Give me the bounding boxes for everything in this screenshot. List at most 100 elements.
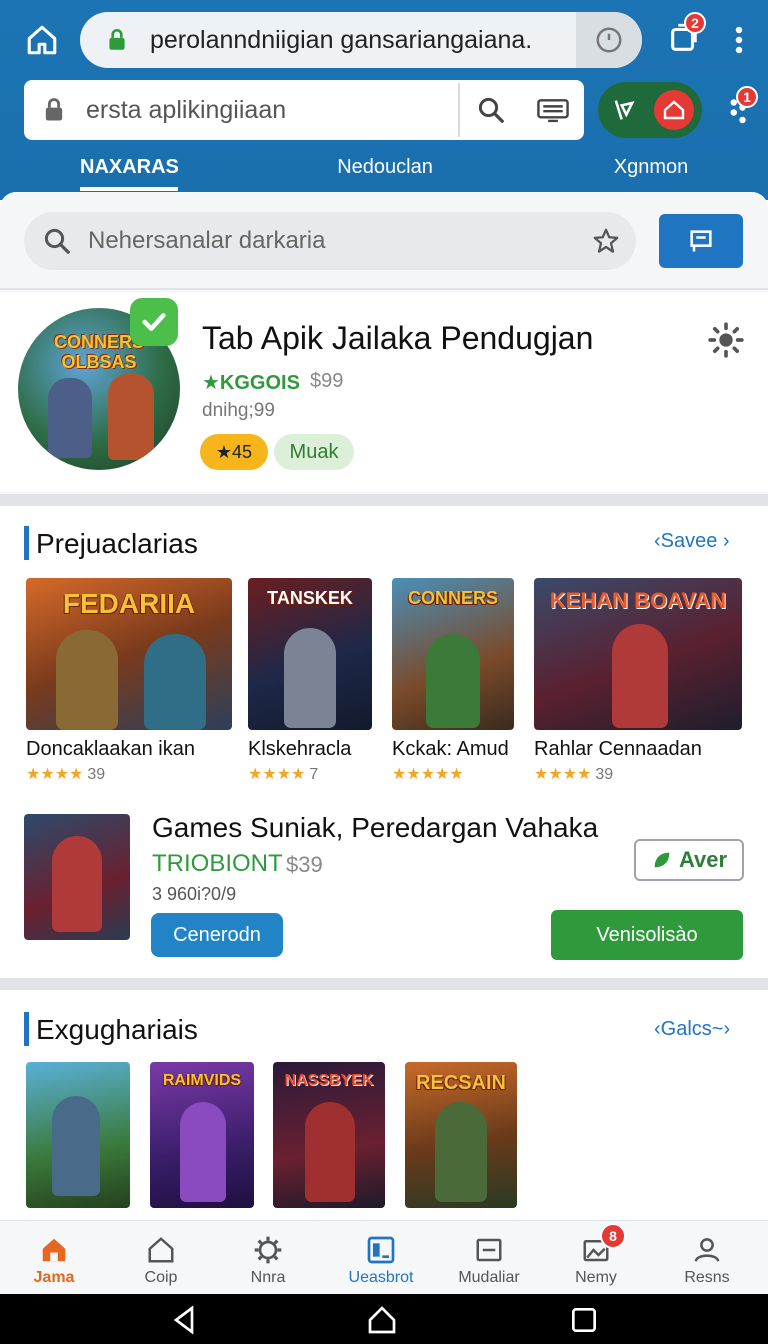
game-tile[interactable]: FEDARIIA [26, 578, 232, 730]
featured-price: $99 [310, 370, 344, 392]
window-icon [471, 1233, 507, 1267]
nav-resns[interactable]: Resns [659, 1221, 755, 1295]
section-title: Prejuaclarias [36, 528, 198, 559]
see-all-link[interactable]: ‹Galcs~› [654, 1018, 730, 1041]
divider [0, 494, 768, 506]
app-search-placeholder: ersta aplikingiiaan [86, 95, 287, 124]
home-icon[interactable] [366, 1304, 398, 1336]
profile-icon [689, 1233, 725, 1267]
apps-icon[interactable]: 1 [722, 86, 758, 130]
back-icon[interactable] [168, 1304, 200, 1336]
tabs-button[interactable]: 2 [662, 12, 706, 60]
promo-title[interactable]: Games Suniak, Peredargan Vahaka [152, 812, 598, 844]
nav-label: Ueasbrot [348, 1269, 414, 1286]
keyboard-icon[interactable] [522, 80, 584, 140]
tile-art-text: TANSKEK [267, 588, 353, 608]
game-name[interactable]: Doncaklaakan ikan [26, 738, 195, 761]
home-icon[interactable] [22, 20, 62, 60]
chat-button[interactable] [659, 214, 743, 268]
verified-check-icon [130, 298, 178, 346]
game-tile[interactable]: CONNERS [392, 578, 514, 730]
section-accent [24, 526, 29, 560]
house-outline-icon [143, 1233, 179, 1267]
more-menu-icon[interactable] [726, 20, 752, 60]
install-button[interactable]: Venisolisào [551, 910, 743, 960]
game-tile[interactable] [26, 1062, 130, 1208]
tile-figure [56, 630, 118, 730]
rating-count: 39 [595, 766, 614, 783]
see-all-link[interactable]: ‹Savee › [654, 530, 730, 553]
tile-figure [435, 1102, 487, 1202]
alert-home-icon[interactable] [654, 90, 694, 130]
game-tile[interactable]: RAIMVIDS [150, 1062, 254, 1208]
tile-figure [180, 1102, 226, 1202]
nav-label: Coip [144, 1269, 178, 1286]
nav-home[interactable]: Jama [6, 1221, 102, 1295]
rating-chip: ★45 [200, 434, 268, 470]
promo-game-image[interactable] [24, 814, 130, 940]
star-rating-icons: ★★★★ [248, 766, 306, 783]
nav-label: Nnra [250, 1269, 286, 1286]
game-tile[interactable]: KEHAN BOAVAN [534, 578, 742, 730]
nav-ueasbrot[interactable]: Ueasbrot [333, 1221, 429, 1295]
game-name[interactable]: Klskehracla [248, 738, 351, 761]
url-text: perolanndniigian gansariangaiana. [150, 25, 533, 54]
recents-icon[interactable] [568, 1304, 600, 1336]
tabs-count-badge: 2 [684, 12, 706, 34]
featured-title[interactable]: Tab Apik Jailaka Pendugjan [202, 320, 593, 357]
section-title: Exgughariais [36, 1014, 198, 1045]
nav-nemy[interactable]: 8 Nemy [548, 1221, 644, 1295]
divider [0, 288, 768, 290]
tab-xgnmon[interactable]: Xgnmon [610, 156, 692, 179]
game-rating: ★★★★ 39 [534, 764, 613, 784]
tile-figure [426, 634, 480, 728]
tile-figure [612, 624, 668, 728]
nav-mudaliar[interactable]: Mudaliar [441, 1221, 537, 1295]
nav-coip[interactable]: Coip [113, 1221, 209, 1295]
nav-badge: 8 [600, 1223, 626, 1249]
nav-label: Mudaliar [458, 1269, 520, 1286]
account-pill[interactable] [598, 82, 702, 138]
game-tile[interactable]: TANSKEK [248, 578, 372, 730]
search-icon [44, 228, 70, 254]
lock-icon [109, 28, 125, 50]
game-name[interactable]: Rahlar Cennaadan [534, 738, 702, 761]
featured-developer[interactable]: ★KGGOIS [202, 370, 300, 395]
nav-label: Resns [684, 1269, 730, 1286]
nav-label: Jama [33, 1269, 75, 1286]
tab-naxaras[interactable]: NAXARAS [80, 156, 179, 191]
divider [0, 978, 768, 990]
chat-icon [690, 230, 712, 252]
tag-chip[interactable]: Muak [274, 434, 354, 470]
settings-icon[interactable] [706, 320, 746, 360]
aver-label: Aver [678, 847, 728, 872]
cenerodn-button[interactable]: Cenerodn [151, 913, 283, 957]
promo-subtitle: 3 960i?0/9 [152, 884, 237, 904]
hero-figure [108, 374, 154, 460]
search-icon[interactable] [460, 80, 522, 140]
game-rating: ★★★★★ [392, 764, 468, 784]
library-icon [363, 1233, 399, 1267]
tab-nedouclan[interactable]: Nedouclan [333, 156, 437, 179]
clock-icon[interactable] [576, 12, 642, 68]
tile-art-text: RECSAIN [415, 1072, 506, 1094]
game-tile[interactable]: NASSBYEK [273, 1062, 385, 1208]
promo-developer[interactable]: TRIOBIONT [152, 850, 283, 878]
star-icon[interactable] [576, 226, 636, 256]
featured-subtitle: dnihg;99 [202, 400, 275, 421]
app-search-field[interactable]: ersta aplikingiiaan [24, 80, 584, 140]
url-bar[interactable]: perolanndniigian gansariangaiana. [80, 12, 642, 68]
rating-count: 7 [309, 766, 319, 783]
nav-label: Nemy [575, 1269, 617, 1286]
hero-figure [48, 378, 92, 458]
star-rating-icons: ★★★★ [534, 766, 592, 783]
game-tile[interactable]: RECSAIN [405, 1062, 517, 1208]
main-search-input[interactable]: Nehersanalar darkaria [24, 212, 636, 270]
game-name[interactable]: Kckak: Amud [392, 738, 509, 761]
tile-figure [52, 836, 102, 932]
nav-nnra[interactable]: Nnra [220, 1221, 316, 1295]
tile-art-text: NASSBYEK [284, 1072, 374, 1089]
aver-button[interactable]: Aver [634, 839, 744, 881]
shortcut-icon[interactable] [598, 82, 650, 138]
leaf-icon [654, 852, 670, 868]
